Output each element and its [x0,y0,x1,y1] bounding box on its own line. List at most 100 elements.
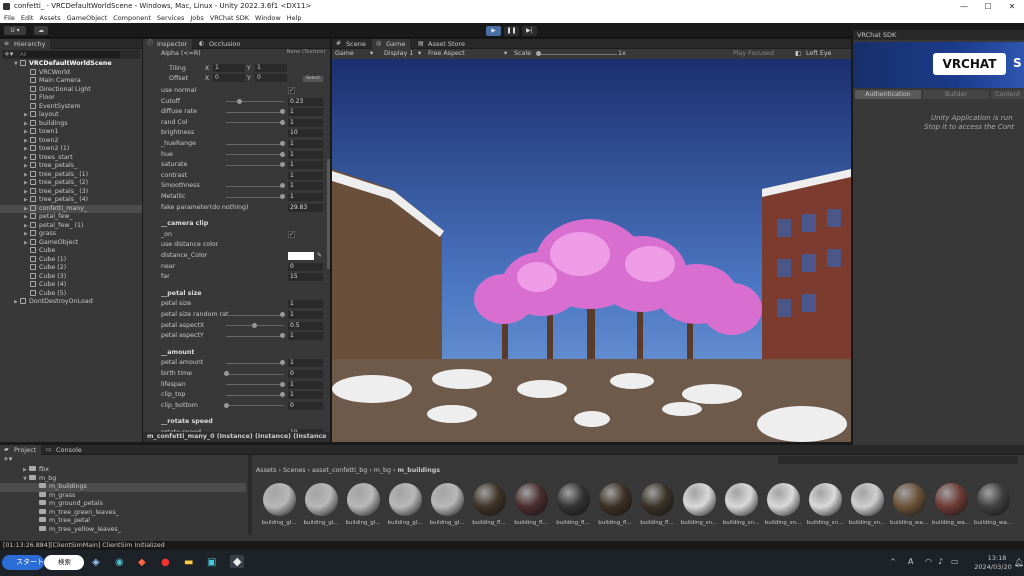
property-slider[interactable] [226,405,284,407]
play-button[interactable]: ▶ [486,26,501,36]
status-message[interactable]: [01:13:26.884][ClientSimMain] ClientSim … [3,541,165,550]
property-slider[interactable] [226,185,284,187]
breadcrumb-asset-confetti-bg[interactable]: asset_confetti_bg [312,467,367,474]
property-value-field[interactable]: 1 [288,182,323,191]
hierarchy-item[interactable]: ▶ grass [0,230,142,239]
slider-knob[interactable] [280,312,285,317]
hierarchy-item[interactable]: ▶ tree_petals_ [0,162,142,171]
hierarchy-item[interactable]: Cube (2) [0,264,142,273]
select-texture-button[interactable]: Select [303,76,323,82]
hierarchy-item[interactable]: ▶ GameObject [0,238,142,248]
property-value-field[interactable]: 0 [288,370,323,378]
property-slider[interactable] [226,164,284,166]
property-slider[interactable] [226,101,284,103]
slider-knob[interactable] [280,333,285,339]
edge-icon[interactable]: ◉ [115,557,124,568]
notification-icon[interactable]: 🔔︎ [1014,558,1024,567]
scale-slider[interactable] [537,53,617,55]
project-folder-item[interactable]: m_tree_yellow_leaves_ [0,525,246,535]
step-button[interactable]: ▶| [522,26,537,36]
property-slider[interactable] [226,362,284,364]
taskbar-search[interactable]: 検索 [44,555,84,570]
inspector-footer[interactable]: m_confetti_many_0 (Instance) (Instance) … [143,432,330,442]
tray-chevron-icon[interactable]: ^ [890,558,896,566]
game-viewport[interactable] [332,59,851,442]
property-value-field[interactable]: 0.5 [288,321,323,330]
hierarchy-item[interactable]: ▶ trees_start [0,153,142,163]
material-asset[interactable]: building_gl... [260,483,298,526]
menu-vrchat-sdk[interactable]: VRChat SDK [210,13,249,23]
material-asset[interactable]: building_wa... [974,483,1012,526]
slider-knob[interactable] [280,141,285,146]
slider-knob[interactable] [280,381,285,387]
hierarchy-item[interactable]: ▶ layout [0,111,142,120]
slider-knob[interactable] [280,183,285,189]
property-value-field[interactable]: 1 [288,108,323,117]
hierarchy-item[interactable]: ▶ town2 (1) [0,145,142,154]
audio-icon[interactable]: ◧ [795,49,801,59]
breadcrumb-scenes[interactable]: Scenes [283,467,305,474]
minimize-button[interactable]: — [952,0,976,13]
volume-icon[interactable]: ♪ [938,557,943,566]
tab-vrchat-sdk[interactable]: VRChat SDK [853,30,1024,40]
material-asset[interactable]: building_sn... [764,483,802,526]
property-slider[interactable] [226,154,284,156]
game-mode-dropdown[interactable]: Game [335,49,354,59]
material-asset[interactable]: building_gl... [344,483,382,526]
property-value-field[interactable]: 1 [288,311,323,319]
slider-knob[interactable] [280,360,285,366]
slider-knob[interactable] [236,98,242,104]
maximize-button[interactable]: ☐ [976,0,1000,13]
tiling-x-field[interactable]: 1 [213,64,245,72]
menu-services[interactable]: Services [157,13,184,23]
hierarchy-item[interactable]: VRCWorld [0,68,142,78]
project-folder-item[interactable]: m_ground_petals [0,500,246,509]
hierarchy-item[interactable]: Cube (3) [0,272,142,282]
eyedropper-icon[interactable]: ✎ [317,251,322,261]
slider-knob[interactable] [224,371,229,376]
material-asset[interactable]: building_wa... [890,483,928,526]
material-asset[interactable]: building_fl... [554,483,592,526]
ime-indicator[interactable]: A [908,557,913,566]
property-value-field[interactable]: 29.83 [288,203,323,212]
scale-slider-knob[interactable] [536,51,541,56]
breadcrumb-m-buildings[interactable]: m_buildings [398,467,440,474]
tab-console[interactable]: ▭ Console [42,445,87,455]
material-asset[interactable]: building_sn... [848,483,886,526]
menu-jobs[interactable]: Jobs [190,13,203,23]
property-value-field[interactable]: 1 [288,150,323,159]
material-asset[interactable]: building_sn... [806,483,844,526]
tab-project[interactable]: ▰ Project [0,445,42,455]
menu-help[interactable]: Help [287,13,302,23]
battery-icon[interactable]: ▭ [951,557,959,566]
hierarchy-search-input[interactable] [20,51,120,58]
eye-dropdown[interactable]: Left Eye [806,49,831,59]
file-explorer-icon[interactable]: ▬ [184,557,193,568]
slider-knob[interactable] [224,402,229,408]
slider-knob[interactable] [280,119,285,125]
tab-content[interactable]: Content [991,90,1024,99]
texture-slot-none[interactable]: None (Texture) [286,49,326,56]
clock-time[interactable]: 13:18 [978,554,1016,562]
offset-y-field[interactable]: 0 [255,74,287,82]
display-dropdown[interactable]: Display 1 [384,49,413,59]
add-icon[interactable]: +▾ [4,50,13,59]
create-asset-icon[interactable]: +▾ [3,455,12,463]
hierarchy-item[interactable]: Cube (5) [0,289,142,299]
pause-button[interactable]: ❚❚ [504,26,519,36]
property-value-field[interactable]: 1 [288,332,323,341]
menu-gameobject[interactable]: GameObject [67,13,108,23]
tab-asset-store[interactable]: ▤ Asset Store [414,39,470,49]
breadcrumb-assets[interactable]: Assets [256,467,277,474]
hierarchy-item[interactable]: Cube (1) [0,255,142,265]
hierarchy-item[interactable]: Directional Light [0,85,142,95]
project-folder-item[interactable]: ▼ m_bg [0,474,246,484]
unity-taskbar-icon[interactable]: ◆ [230,555,245,568]
cloud-icon[interactable]: ☁ [34,26,48,35]
hierarchy-item[interactable]: Floor [0,94,142,103]
menu-component[interactable]: Component [113,13,151,23]
slider-knob[interactable] [280,392,285,398]
hierarchy-item[interactable]: Cube (4) [0,281,142,290]
project-folder-item[interactable]: ▶ fbx [0,466,246,475]
property-value-field[interactable]: 1 [288,359,323,368]
